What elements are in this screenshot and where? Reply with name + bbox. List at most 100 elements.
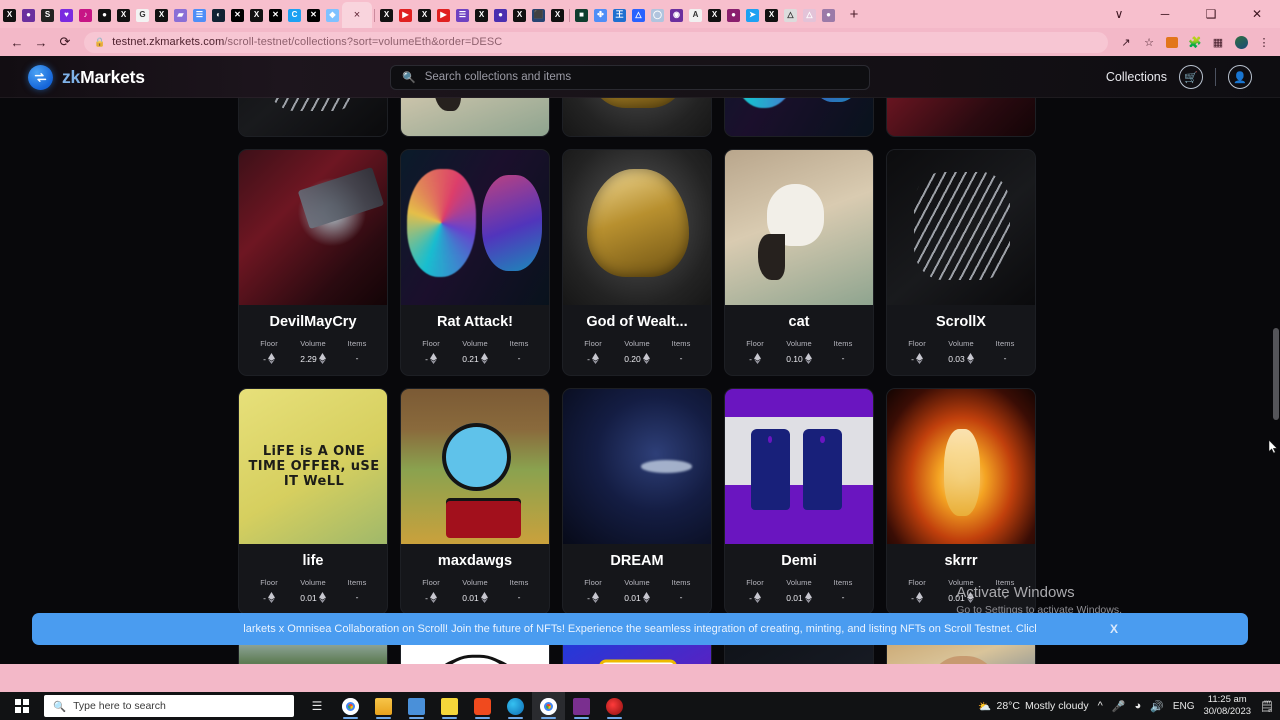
browser-tab[interactable]: ◉ xyxy=(667,2,686,28)
collection-artwork[interactable] xyxy=(563,389,712,544)
taskbar-app-sticky-notes[interactable] xyxy=(433,692,466,720)
profile-avatar-icon[interactable] xyxy=(1231,32,1251,52)
back-arrow-icon[interactable]: ← xyxy=(6,31,28,53)
browser-tab[interactable]: S xyxy=(38,2,57,28)
microphone-icon[interactable]: 🎤 xyxy=(1112,700,1126,713)
address-bar[interactable]: 🔒 testnet.zkmarkets.com/scroll-testnet/c… xyxy=(84,32,1108,53)
speaker-icon[interactable]: 🔊 xyxy=(1150,700,1164,713)
new-tab-button[interactable]: + xyxy=(841,1,867,27)
taskbar-app-chrome[interactable] xyxy=(334,692,367,720)
collection-artwork[interactable] xyxy=(563,98,712,136)
windows-start-icon[interactable] xyxy=(0,692,44,720)
forward-arrow-icon[interactable]: → xyxy=(30,31,52,53)
browser-tab[interactable]: ▶ xyxy=(434,2,453,28)
browser-tab[interactable]: X xyxy=(548,2,567,28)
taskbar-app-brave[interactable] xyxy=(466,692,499,720)
browser-tab[interactable]: ☰ xyxy=(453,2,472,28)
collection-card[interactable]: LiFE is A ONE TIME OFFER, uSE IT WeLLlif… xyxy=(238,388,388,615)
show-hidden-icons-icon[interactable]: ^ xyxy=(1098,700,1103,712)
collection-card[interactable]: ScrollXFloor-Volume0.03Items- xyxy=(886,149,1036,376)
promo-banner[interactable]: larkets x Omnisea Collaboration on Scrol… xyxy=(32,613,1248,645)
chrome-menu-icon[interactable]: ⋮ xyxy=(1254,32,1274,52)
minimize-button[interactable]: ─ xyxy=(1142,0,1188,28)
collection-artwork[interactable] xyxy=(401,389,550,544)
collection-card[interactable]: DevilMayCryFloor-Volume2.29Items- xyxy=(238,149,388,376)
browser-tab[interactable]: ✕ xyxy=(228,2,247,28)
browser-tab[interactable]: ▶ xyxy=(396,2,415,28)
page-scrollbar[interactable] xyxy=(1272,98,1280,664)
tab-list[interactable]: X●S♥♪●XGX▰☰◐✕X✕C✕◆×X▶X▶☰X●X⬛X■✤王△◯◉AX●➤X… xyxy=(0,0,838,28)
browser-tab[interactable]: C xyxy=(285,2,304,28)
collections-grid-scroll-area[interactable]: DevilMayCryFloor-Volume2.29Items-Rat Att… xyxy=(0,98,1280,664)
collection-artwork[interactable] xyxy=(401,150,550,305)
taskbar-search-box[interactable]: 🔍 Type here to search xyxy=(44,695,294,717)
collection-artwork[interactable] xyxy=(725,98,874,136)
task-view-icon[interactable]: ☰ xyxy=(300,692,334,720)
collection-artwork[interactable] xyxy=(401,98,550,136)
collection-card[interactable]: God of Wealt...Floor-Volume0.20Items- xyxy=(562,149,712,376)
user-account-icon[interactable]: 👤 xyxy=(1228,65,1252,89)
browser-tab[interactable]: X xyxy=(415,2,434,28)
collection-artwork[interactable] xyxy=(887,98,1036,136)
maximize-button[interactable]: ❑ xyxy=(1188,0,1234,28)
collection-card-partial[interactable] xyxy=(238,98,388,137)
collection-card[interactable]: skrrrFloor-Volume0.01Items- xyxy=(886,388,1036,615)
collection-artwork[interactable] xyxy=(887,150,1036,305)
browser-tab[interactable]: A xyxy=(686,2,705,28)
wifi-icon[interactable]: ◕ xyxy=(1134,700,1141,712)
weather-widget[interactable]: ⛅ 28°C Mostly cloudy xyxy=(978,700,1088,713)
browser-tab[interactable]: X xyxy=(0,2,19,28)
browser-tab[interactable]: X xyxy=(472,2,491,28)
browser-tab[interactable]: ✕ xyxy=(266,2,285,28)
browser-tab[interactable]: ● xyxy=(19,2,38,28)
browser-tab[interactable]: X xyxy=(377,2,396,28)
collection-artwork[interactable] xyxy=(239,98,388,136)
browser-tab[interactable]: ☰ xyxy=(190,2,209,28)
browser-tab[interactable]: X xyxy=(152,2,171,28)
browser-tab[interactable]: ◯ xyxy=(648,2,667,28)
browser-tab[interactable]: X xyxy=(510,2,529,28)
taskbar-app-calculator[interactable] xyxy=(400,692,433,720)
collection-card[interactable]: DemiFloor-Volume0.01Items- xyxy=(724,388,874,615)
collection-card-partial[interactable] xyxy=(400,98,550,137)
metamask-extension-icon[interactable] xyxy=(1162,32,1182,52)
brand-logo-group[interactable]: zkMarkets xyxy=(28,65,145,90)
collection-artwork[interactable]: LiFE is A ONE TIME OFFER, uSE IT WeLL xyxy=(239,389,388,544)
browser-tab[interactable]: X xyxy=(247,2,266,28)
side-panel-icon[interactable]: ▦ xyxy=(1208,32,1228,52)
collection-artwork[interactable] xyxy=(725,150,874,305)
collection-card[interactable]: maxdawgsFloor-Volume0.01Items- xyxy=(400,388,550,615)
language-indicator[interactable]: ENG xyxy=(1173,701,1195,712)
browser-tab[interactable]: G xyxy=(133,2,152,28)
taskbar-app-edge[interactable] xyxy=(499,692,532,720)
close-icon[interactable]: × xyxy=(354,9,360,21)
collection-artwork[interactable] xyxy=(239,150,388,305)
notifications-icon[interactable]: 🗒 xyxy=(1260,700,1274,713)
bookmark-star-icon[interactable]: ☆ xyxy=(1139,32,1159,52)
browser-tab[interactable]: 王 xyxy=(610,2,629,28)
share-icon[interactable]: ↗ xyxy=(1116,32,1136,52)
browser-tab[interactable]: ◆ xyxy=(323,2,342,28)
browser-tab[interactable]: ✤ xyxy=(591,2,610,28)
search-input[interactable] xyxy=(425,71,858,83)
shopping-cart-icon[interactable]: 🛒 xyxy=(1179,65,1203,89)
browser-tab[interactable]: ■ xyxy=(572,2,591,28)
active-browser-tab[interactable]: × xyxy=(342,2,372,28)
tab-search-button[interactable]: ∨ xyxy=(1096,0,1142,28)
browser-tab[interactable]: ➤ xyxy=(743,2,762,28)
promo-close-button[interactable]: X xyxy=(1110,622,1118,636)
collection-card-partial[interactable] xyxy=(724,98,874,137)
collection-card[interactable]: catFloor-Volume0.10Items- xyxy=(724,149,874,376)
browser-tab[interactable]: △ xyxy=(781,2,800,28)
browser-tab[interactable]: X xyxy=(705,2,724,28)
browser-tab[interactable]: ● xyxy=(95,2,114,28)
collection-card[interactable]: DREAMFloor-Volume0.01Items- xyxy=(562,388,712,615)
page-scrollbar-thumb[interactable] xyxy=(1273,328,1279,420)
taskbar-app-chrome[interactable] xyxy=(532,692,565,720)
browser-tab[interactable]: ♪ xyxy=(76,2,95,28)
collection-artwork[interactable] xyxy=(887,389,1036,544)
extensions-puzzle-icon[interactable]: 🧩 xyxy=(1185,32,1205,52)
collection-artwork[interactable] xyxy=(725,389,874,544)
taskbar-app-opera-gx[interactable] xyxy=(598,692,631,720)
browser-tab[interactable]: X xyxy=(762,2,781,28)
